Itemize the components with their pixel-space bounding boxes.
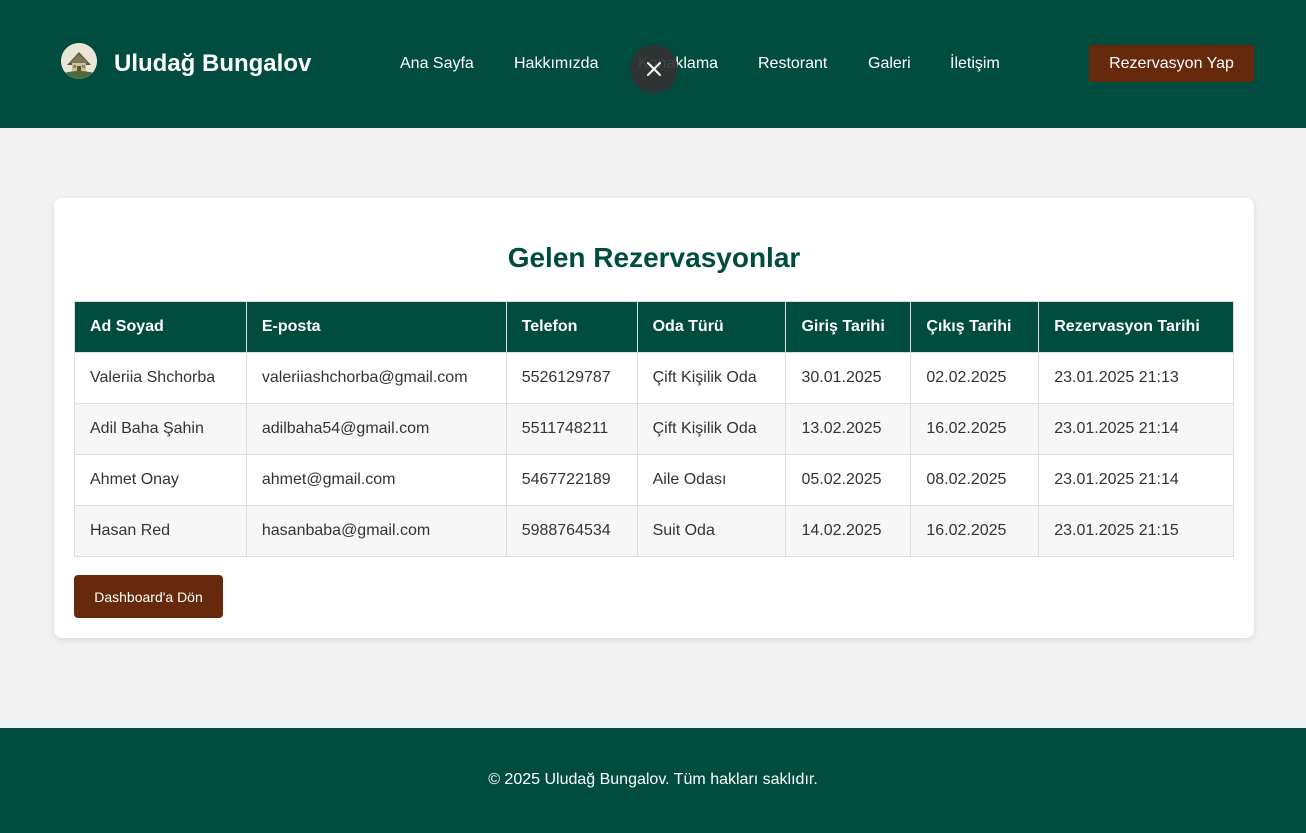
copyright-text: © 2025 Uludağ Bungalov. Tüm hakları sakl… <box>488 771 818 788</box>
nav-galeri[interactable]: Galeri <box>868 54 911 74</box>
nav-ana-sayfa[interactable]: Ana Sayfa <box>400 54 474 74</box>
table-row: Adil Baha Şahin adilbaha54@gmail.com 551… <box>74 403 1234 455</box>
cell-oda-turu: Aile Odası <box>636 454 787 506</box>
table-row: Valeriia Shchorba valeriiashchorba@gmail… <box>74 352 1234 404</box>
close-button[interactable] <box>630 45 678 93</box>
cell-ad-soyad: Hasan Red <box>74 505 247 557</box>
column-header-e-posta: E-posta <box>245 301 507 353</box>
cell-oda-turu: Çift Kişilik Oda <box>636 403 787 455</box>
cell-giris-tarihi: 05.02.2025 <box>785 454 912 506</box>
cell-ad-soyad: Valeriia Shchorba <box>74 352 247 404</box>
cell-telefon: 5988764534 <box>505 505 638 557</box>
page-title: Gelen Rezervasyonlar <box>507 242 801 273</box>
site-header: Uludağ Bungalov Ana Sayfa Hakkımızda Kon… <box>0 0 1306 128</box>
cell-e-posta: ahmet@gmail.com <box>245 454 507 506</box>
column-header-giris-tarihi: Giriş Tarihi <box>785 301 912 353</box>
cell-oda-turu: Çift Kişilik Oda <box>636 352 787 404</box>
reservation-button[interactable]: Rezervasyon Yap <box>1089 45 1254 82</box>
nav-iletisim[interactable]: İletişim <box>950 54 1000 74</box>
table-row: Hasan Red hasanbaba@gmail.com 5988764534… <box>74 505 1234 557</box>
cell-rezervasyon-tarihi: 23.01.2025 21:14 <box>1038 403 1234 455</box>
back-to-dashboard-button[interactable]: Dashboard'a Dön <box>74 575 223 618</box>
cell-telefon: 5511748211 <box>505 403 638 455</box>
brand-name[interactable]: Uludağ Bungalov <box>114 49 311 79</box>
cell-cikis-tarihi: 16.02.2025 <box>910 403 1040 455</box>
column-header-ad-soyad: Ad Soyad <box>74 301 247 353</box>
cell-rezervasyon-tarihi: 23.01.2025 21:13 <box>1038 352 1234 404</box>
cell-cikis-tarihi: 16.02.2025 <box>910 505 1040 557</box>
close-icon <box>647 62 661 76</box>
cell-ad-soyad: Adil Baha Şahin <box>74 403 247 455</box>
cell-e-posta: valeriiashchorba@gmail.com <box>245 352 507 404</box>
nav-hakkimizda[interactable]: Hakkımızda <box>514 54 598 74</box>
cell-giris-tarihi: 30.01.2025 <box>785 352 912 404</box>
column-header-rezervasyon-tarihi: Rezervasyon Tarihi <box>1038 301 1234 353</box>
cell-cikis-tarihi: 08.02.2025 <box>910 454 1040 506</box>
column-header-cikis-tarihi: Çıkış Tarihi <box>910 301 1040 353</box>
cell-rezervasyon-tarihi: 23.01.2025 21:15 <box>1038 505 1234 557</box>
cell-giris-tarihi: 14.02.2025 <box>785 505 912 557</box>
column-header-oda-turu: Oda Türü <box>636 301 787 353</box>
cell-e-posta: adilbaha54@gmail.com <box>245 403 507 455</box>
cell-ad-soyad: Ahmet Onay <box>74 454 247 506</box>
cell-telefon: 5467722189 <box>505 454 638 506</box>
column-header-telefon: Telefon <box>505 301 638 353</box>
cell-e-posta: hasanbaba@gmail.com <box>245 505 507 557</box>
site-footer: © 2025 Uludağ Bungalov. Tüm hakları sakl… <box>0 728 1306 833</box>
cell-cikis-tarihi: 02.02.2025 <box>910 352 1040 404</box>
table-row: Ahmet Onay ahmet@gmail.com 5467722189 Ai… <box>74 454 1234 506</box>
nav-restorant[interactable]: Restorant <box>758 54 827 74</box>
cell-rezervasyon-tarihi: 23.01.2025 21:14 <box>1038 454 1234 506</box>
cell-telefon: 5526129787 <box>505 352 638 404</box>
cell-giris-tarihi: 13.02.2025 <box>785 403 912 455</box>
bungalow-logo-icon[interactable] <box>61 43 97 79</box>
table-header-row: Ad Soyad E-posta Telefon Oda Türü Giriş … <box>74 301 1234 353</box>
cell-oda-turu: Suit Oda <box>636 505 787 557</box>
reservations-table: Ad Soyad E-posta Telefon Oda Türü Giriş … <box>74 301 1234 557</box>
reservations-card: Gelen Rezervasyonlar Ad Soyad E-posta Te… <box>54 198 1254 638</box>
